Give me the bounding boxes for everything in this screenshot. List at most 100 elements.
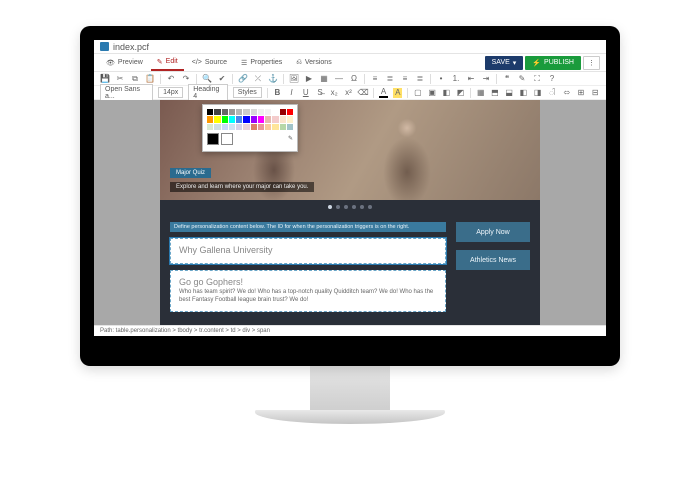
color-swatch[interactable] — [258, 116, 264, 122]
unlink-icon[interactable]: ⤫ — [253, 74, 263, 84]
color-picker-popover[interactable]: ✎ — [202, 104, 298, 152]
cta-apply-now[interactable]: Apply Now — [456, 222, 530, 242]
color-swatch[interactable] — [214, 109, 220, 115]
split-cell-icon[interactable]: ⊟ — [591, 88, 600, 98]
color-swatch[interactable] — [222, 116, 228, 122]
color-swatch[interactable] — [229, 109, 235, 115]
image-icon[interactable]: 🖼 — [289, 74, 299, 84]
table-insert-icon[interactable]: ▦ — [476, 88, 485, 98]
table-icon[interactable]: ▦ — [319, 74, 329, 84]
color-swatch[interactable] — [258, 124, 264, 130]
strike-icon[interactable]: S̶ — [315, 88, 324, 98]
carousel-dots[interactable] — [160, 200, 540, 214]
carousel-dot[interactable] — [368, 205, 372, 209]
blockquote-icon[interactable]: ❝ — [502, 74, 512, 84]
color-swatch[interactable] — [251, 109, 257, 115]
color-swatch[interactable] — [280, 109, 286, 115]
cta-athletics-news[interactable]: Athletics News — [456, 250, 530, 270]
indent-icon[interactable]: ⇥ — [481, 74, 491, 84]
color-swatch[interactable] — [229, 124, 235, 130]
editor-canvas[interactable]: Major Quiz Explore and learn where your … — [94, 100, 606, 325]
tab-edit[interactable]: ✎ Edit — [151, 55, 184, 71]
color-swatch[interactable] — [207, 124, 213, 130]
editable-region-2[interactable]: Go go Gophers! Who has team spirit? We d… — [170, 270, 446, 312]
color-swatch[interactable] — [251, 124, 257, 130]
color-swatch[interactable] — [272, 116, 278, 122]
highlight-color-icon[interactable]: A — [393, 88, 402, 98]
insert-form-icon[interactable]: ◩ — [456, 88, 465, 98]
color-swatch[interactable] — [243, 109, 249, 115]
color-swatch[interactable] — [287, 116, 293, 122]
link-icon[interactable]: 🔗 — [238, 74, 248, 84]
list-ul-icon[interactable]: • — [436, 74, 446, 84]
col-right-icon[interactable]: ◨ — [533, 88, 542, 98]
delete-col-icon[interactable]: ⬄ — [562, 88, 571, 98]
color-swatch[interactable] — [272, 109, 278, 115]
color-swatch[interactable] — [265, 124, 271, 130]
carousel-dot[interactable] — [336, 205, 340, 209]
underline-icon[interactable]: U — [301, 88, 310, 98]
eyedropper-button[interactable]: ✎ — [288, 135, 293, 142]
subscript-icon[interactable]: x₂ — [330, 88, 339, 98]
color-swatch[interactable] — [258, 109, 264, 115]
superscript-icon[interactable]: x² — [344, 88, 353, 98]
color-swatch[interactable] — [207, 116, 213, 122]
bold-icon[interactable]: B — [273, 88, 282, 98]
insert-component-icon[interactable]: ◧ — [442, 88, 451, 98]
color-swatch[interactable] — [236, 124, 242, 130]
align-right-icon[interactable]: ≡ — [400, 74, 410, 84]
color-swatch[interactable] — [214, 116, 220, 122]
tab-preview[interactable]: 👁 Preview — [100, 56, 149, 70]
swatch-black[interactable] — [207, 133, 219, 145]
carousel-dot[interactable] — [344, 205, 348, 209]
styles-select[interactable]: Styles — [233, 87, 262, 98]
find-icon[interactable]: 🔍 — [202, 74, 212, 84]
heading-select[interactable]: Heading 4 — [188, 84, 227, 102]
tab-properties[interactable]: ☰ Properties — [235, 56, 288, 70]
insert-asset-icon[interactable]: ▣ — [428, 88, 437, 98]
undo-icon[interactable]: ↶ — [166, 74, 176, 84]
row-below-icon[interactable]: ⬓ — [505, 88, 514, 98]
col-left-icon[interactable]: ◧ — [519, 88, 528, 98]
save-icon[interactable]: 💾 — [100, 74, 110, 84]
hero-banner[interactable]: Major Quiz Explore and learn where your … — [160, 100, 540, 200]
color-swatch[interactable] — [287, 109, 293, 115]
save-button[interactable]: SAVE ▾ — [485, 56, 524, 70]
text-color-icon[interactable]: A — [379, 88, 388, 98]
swatch-white[interactable] — [221, 133, 233, 145]
carousel-dot[interactable] — [360, 205, 364, 209]
color-swatch[interactable] — [207, 109, 213, 115]
anchor-icon[interactable]: ⚓ — [268, 74, 278, 84]
color-swatch[interactable] — [243, 116, 249, 122]
editable-region-1[interactable]: Why Gallena University — [170, 238, 446, 264]
font-family-select[interactable]: Open Sans a... — [100, 84, 153, 102]
color-swatch[interactable] — [229, 116, 235, 122]
help-icon[interactable]: ? — [547, 74, 557, 84]
tab-source[interactable]: </> Source — [186, 56, 233, 69]
paste-icon[interactable]: 📋 — [145, 74, 155, 84]
color-swatch[interactable] — [236, 109, 242, 115]
align-left-icon[interactable]: ≡ — [370, 74, 380, 84]
color-swatch[interactable] — [287, 124, 293, 130]
merge-cells-icon[interactable]: ⊞ — [576, 88, 585, 98]
specialchar-icon[interactable]: Ω — [349, 74, 359, 84]
color-swatch[interactable] — [236, 116, 242, 122]
align-justify-icon[interactable]: ≣ — [415, 74, 425, 84]
carousel-dot[interactable] — [328, 205, 332, 209]
hero-badge[interactable]: Major Quiz — [170, 168, 211, 178]
insert-snippet-icon[interactable]: ▢ — [413, 88, 422, 98]
row-above-icon[interactable]: ⬒ — [490, 88, 499, 98]
color-swatch[interactable] — [222, 124, 228, 130]
color-swatch[interactable] — [243, 124, 249, 130]
hr-icon[interactable]: ― — [334, 74, 344, 84]
clear-format-icon[interactable]: ⌫ — [358, 88, 368, 98]
redo-icon[interactable]: ↷ — [181, 74, 191, 84]
color-swatch[interactable] — [272, 124, 278, 130]
color-swatch[interactable] — [265, 116, 271, 122]
copy-icon[interactable]: ⧉ — [130, 74, 140, 84]
color-swatch[interactable] — [251, 116, 257, 122]
color-swatch[interactable] — [214, 124, 220, 130]
spellcheck-icon[interactable]: ✔ — [217, 74, 227, 84]
list-ol-icon[interactable]: 1. — [451, 74, 461, 84]
cut-icon[interactable]: ✂ — [115, 74, 125, 84]
